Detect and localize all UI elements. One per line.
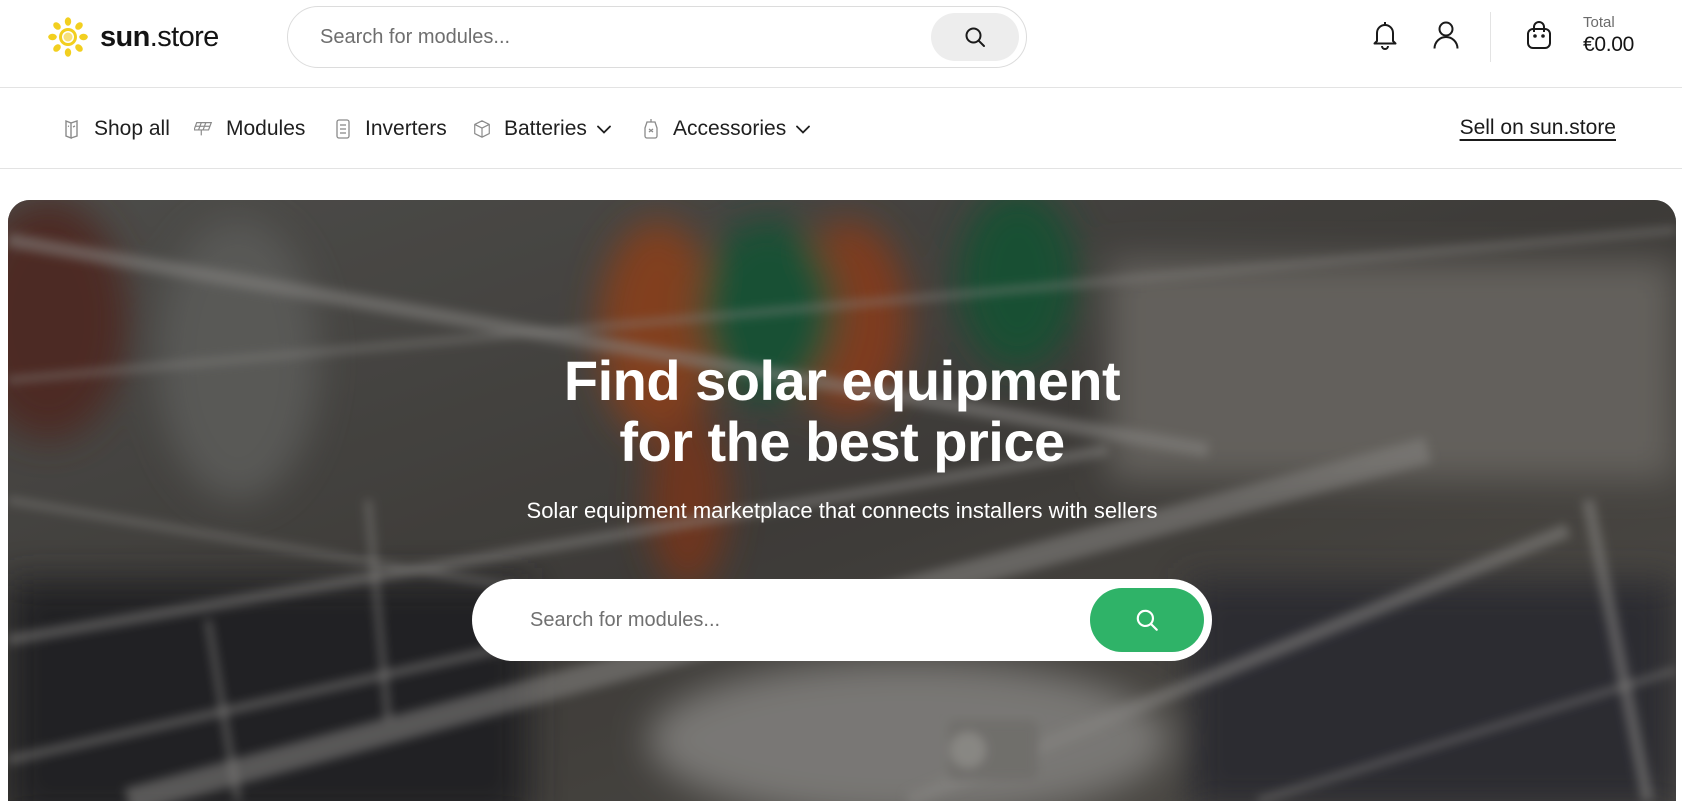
shopping-bag-icon — [1527, 21, 1551, 49]
chevron-down-icon — [595, 120, 613, 138]
solar-panel-icon — [194, 118, 214, 140]
nav-item-label: Shop all — [94, 117, 170, 140]
nav-item-accessories[interactable]: Accessories — [641, 114, 812, 144]
cart-total[interactable]: Total €0.00 — [1583, 14, 1634, 57]
hero-title: Find solar equipment for the best price — [8, 350, 1676, 472]
sell-on-sunstore-link[interactable]: Sell on sun.store — [1460, 116, 1616, 140]
nav-item-inverters[interactable]: Inverters — [333, 114, 447, 144]
hero-search-bar — [472, 579, 1212, 661]
hero-search-button[interactable] — [1090, 588, 1204, 652]
hero-subtitle: Solar equipment marketplace that connect… — [526, 498, 1158, 523]
hero-search-input[interactable] — [530, 603, 1050, 637]
notifications-button[interactable] — [1368, 18, 1402, 52]
account-button[interactable] — [1429, 18, 1463, 52]
header-search-bar — [287, 6, 1027, 68]
logo-text: sun.store — [100, 20, 219, 53]
nav-item-label: Accessories — [673, 117, 787, 140]
shop-all-icon — [62, 118, 82, 140]
hero-title-line-1: Find solar equipment — [563, 349, 1121, 412]
nav-item-label: Batteries — [504, 117, 587, 140]
nav-item-label: Inverters — [365, 117, 447, 140]
battery-icon — [472, 118, 492, 140]
cart-total-label: Total — [1583, 14, 1615, 31]
site-header: sun.store Total €0.00 — [0, 0, 1682, 88]
user-icon — [1433, 21, 1459, 49]
cart-button[interactable] — [1522, 18, 1556, 52]
bell-icon — [1373, 22, 1397, 50]
hero-banner: Find solar equipment for the best price … — [8, 200, 1676, 801]
sun-logo-icon — [48, 17, 88, 57]
header-divider — [1490, 12, 1491, 62]
search-icon — [965, 27, 985, 47]
nav-item-label: Modules — [226, 117, 306, 140]
cart-total-value: €0.00 — [1583, 33, 1635, 56]
nav-item-batteries[interactable]: Batteries — [472, 114, 613, 144]
header-search-button[interactable] — [931, 13, 1019, 61]
nav-item-modules[interactable]: Modules — [194, 114, 305, 144]
chevron-down-icon — [794, 120, 812, 138]
header-search-input[interactable] — [320, 21, 900, 53]
search-icon — [1136, 609, 1158, 631]
hero-title-line-2: for the best price — [619, 410, 1065, 473]
category-nav: Shop all Modules Inverters Batteries Acc… — [0, 88, 1682, 169]
inverter-icon — [333, 118, 353, 140]
nav-item-shop-all[interactable]: Shop all — [62, 114, 170, 144]
logo[interactable]: sun.store — [48, 16, 219, 58]
accessories-icon — [641, 118, 661, 140]
